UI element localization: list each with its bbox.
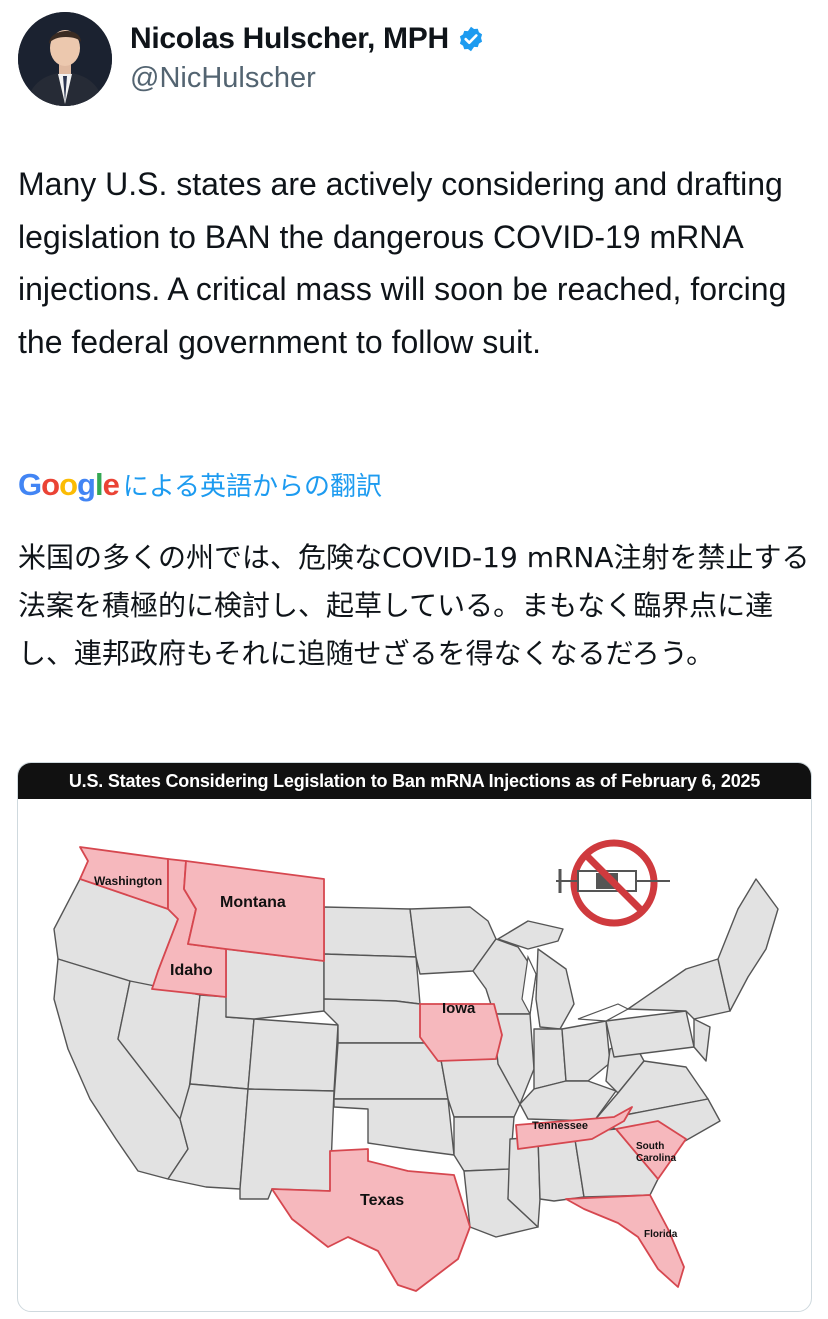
- google-logo: Google: [18, 466, 120, 502]
- state-colorado: [247, 1018, 339, 1092]
- us-states-map: Washington Montana Idaho Iowa Tennessee …: [53, 839, 779, 1292]
- label-washington: Washington: [94, 874, 162, 888]
- lake-erie: [577, 1003, 630, 1022]
- state-new-england: [717, 878, 779, 1012]
- author-avatar[interactable]: [18, 12, 112, 106]
- state-north-dakota: [323, 906, 417, 958]
- state-michigan: [535, 948, 575, 1030]
- map-title-bar: U.S. States Considering Legislation to B…: [18, 763, 811, 799]
- label-south-carolina-1: South: [636, 1141, 664, 1152]
- label-texas: Texas: [360, 1192, 404, 1209]
- map-title: U.S. States Considering Legislation to B…: [68, 770, 761, 791]
- author-handle[interactable]: @NicHulscher: [130, 62, 316, 95]
- state-montana: [183, 860, 325, 962]
- state-new-mexico: [239, 1088, 335, 1200]
- label-south-carolina-2: Carolina: [636, 1153, 676, 1164]
- state-florida: [565, 1194, 685, 1288]
- label-montana: Montana: [220, 894, 286, 911]
- state-ohio: [561, 1020, 611, 1082]
- label-idaho: Idaho: [170, 962, 213, 979]
- label-florida: Florida: [644, 1229, 678, 1240]
- state-oklahoma: [333, 1098, 455, 1156]
- verified-badge-icon: [459, 26, 482, 52]
- state-indiana: [533, 1028, 567, 1090]
- state-pennsylvania: [605, 1010, 695, 1058]
- avatar-image: [18, 12, 112, 106]
- label-iowa: Iowa: [442, 1000, 476, 1017]
- no-syringe-icon: [556, 839, 670, 927]
- state-new-york: [627, 958, 731, 1020]
- translation-link[interactable]: Google による英語からの翻訳: [18, 466, 382, 503]
- label-tennessee: Tennessee: [532, 1120, 588, 1132]
- translation-label: による英語からの翻訳: [122, 472, 383, 502]
- attached-map-image[interactable]: U.S. States Considering Legislation to B…: [17, 762, 812, 1312]
- state-arkansas: [453, 1116, 515, 1172]
- state-south-dakota: [323, 953, 421, 1005]
- state-new-jersey: [693, 1018, 711, 1062]
- author-display-name[interactable]: Nicolas Hulscher, MPH: [130, 22, 449, 56]
- author-name-row: Nicolas Hulscher, MPH: [130, 22, 485, 56]
- tweet-text: Many U.S. states are actively considerin…: [18, 166, 787, 360]
- translated-text: 米国の多くの州では、危険なCOVID-19 mRNA注射を禁止する法案を積極的に…: [18, 541, 810, 670]
